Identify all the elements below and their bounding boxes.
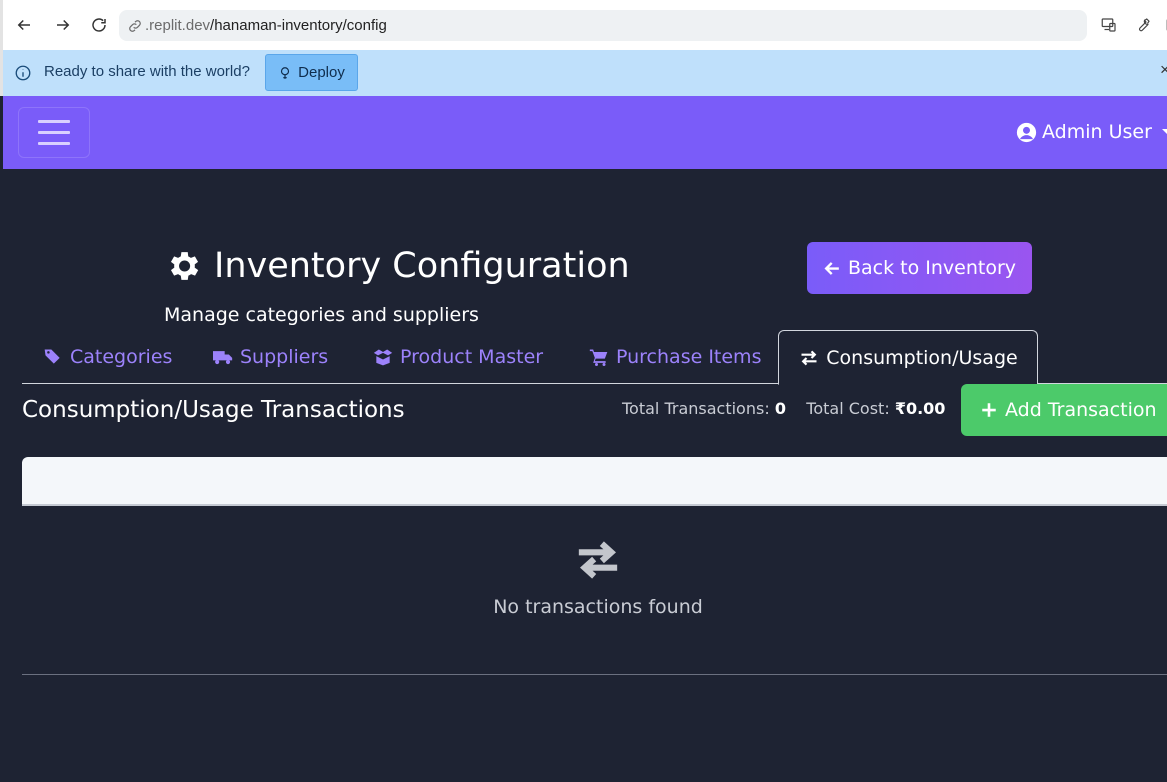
- add-transaction-button[interactable]: Add Transaction: [961, 384, 1167, 436]
- section-title: Consumption/Usage Transactions: [22, 397, 405, 423]
- arrow-left-icon: [824, 261, 839, 275]
- tab-categories[interactable]: Categories: [42, 330, 172, 384]
- empty-state: No transactions found: [22, 507, 1167, 675]
- transaction-stats: Total Transactions: 0 Total Cost: ₹0.00: [622, 399, 945, 418]
- config-tabs: Categories Suppliers Product Master Purc…: [22, 330, 1167, 385]
- info-icon: [15, 65, 31, 81]
- page-subtitle: Manage categories and suppliers: [164, 304, 479, 326]
- url-path: /hanaman-inventory/config: [210, 17, 387, 34]
- user-menu[interactable]: Admin User: [1016, 121, 1167, 143]
- tab-label: Suppliers: [240, 346, 329, 368]
- close-infobar-button[interactable]: ×: [1160, 60, 1167, 80]
- add-transaction-label: Add Transaction: [1005, 399, 1157, 421]
- deploy-label: Deploy: [298, 64, 345, 81]
- box-open-icon: [373, 349, 393, 366]
- tab-label: Purchase Items: [616, 346, 762, 368]
- exchange-icon: [578, 541, 618, 579]
- wrench-icon[interactable]: [1132, 14, 1154, 36]
- browser-toolbar: .replit.dev/hanaman-inventory/config: [0, 0, 1167, 50]
- sidebar-icon[interactable]: [1163, 14, 1167, 36]
- total-transactions-value: 0: [774, 399, 786, 418]
- tab-product-master[interactable]: Product Master: [372, 330, 543, 384]
- address-bar[interactable]: .replit.dev/hanaman-inventory/config: [119, 10, 1087, 41]
- link-icon: [127, 18, 143, 34]
- tab-consumption-usage[interactable]: Consumption/Usage: [778, 330, 1038, 385]
- truck-icon: [213, 351, 233, 365]
- back-to-inventory-button[interactable]: Back to Inventory: [807, 242, 1032, 294]
- deploy-button[interactable]: Deploy: [265, 54, 358, 91]
- app-navbar: Admin User: [3, 96, 1167, 169]
- tab-label: Consumption/Usage: [826, 346, 1018, 369]
- deploy-infobar: Ready to share with the world?: [0, 50, 1167, 96]
- devices-icon[interactable]: [1098, 14, 1120, 36]
- url-host: .replit.dev: [145, 17, 211, 34]
- rocket-icon: [281, 66, 290, 79]
- forward-arrow-icon[interactable]: [51, 12, 75, 38]
- hamburger-menu-button[interactable]: [18, 107, 90, 158]
- tags-icon: [44, 349, 60, 364]
- plus-icon: [982, 403, 996, 417]
- tab-label: Categories: [70, 346, 173, 368]
- total-cost-label: Total Cost:: [806, 399, 890, 418]
- page-title-text: Inventory Configuration: [214, 246, 630, 286]
- tab-suppliers[interactable]: Suppliers: [212, 330, 328, 384]
- empty-message: No transactions found: [493, 596, 703, 618]
- gear-icon: [170, 252, 199, 280]
- chevron-down-icon: [1161, 128, 1167, 136]
- page-title: Inventory Configuration: [164, 246, 630, 286]
- tab-purchase-items[interactable]: Purchase Items: [588, 330, 761, 384]
- user-name: Admin User: [1042, 121, 1152, 143]
- user-circle-icon: [1016, 122, 1037, 142]
- reload-icon[interactable]: [87, 12, 111, 38]
- cart-icon: [589, 349, 608, 366]
- total-cost-value: ₹0.00: [894, 399, 946, 418]
- exchange-icon: [801, 350, 817, 365]
- infobar-message: Ready to share with the world?: [44, 63, 250, 80]
- back-arrow-icon[interactable]: [12, 12, 36, 38]
- back-button-label: Back to Inventory: [847, 257, 1017, 279]
- table-header: [22, 457, 1167, 506]
- tab-label: Product Master: [400, 346, 544, 368]
- total-transactions-label: Total Transactions:: [622, 399, 770, 418]
